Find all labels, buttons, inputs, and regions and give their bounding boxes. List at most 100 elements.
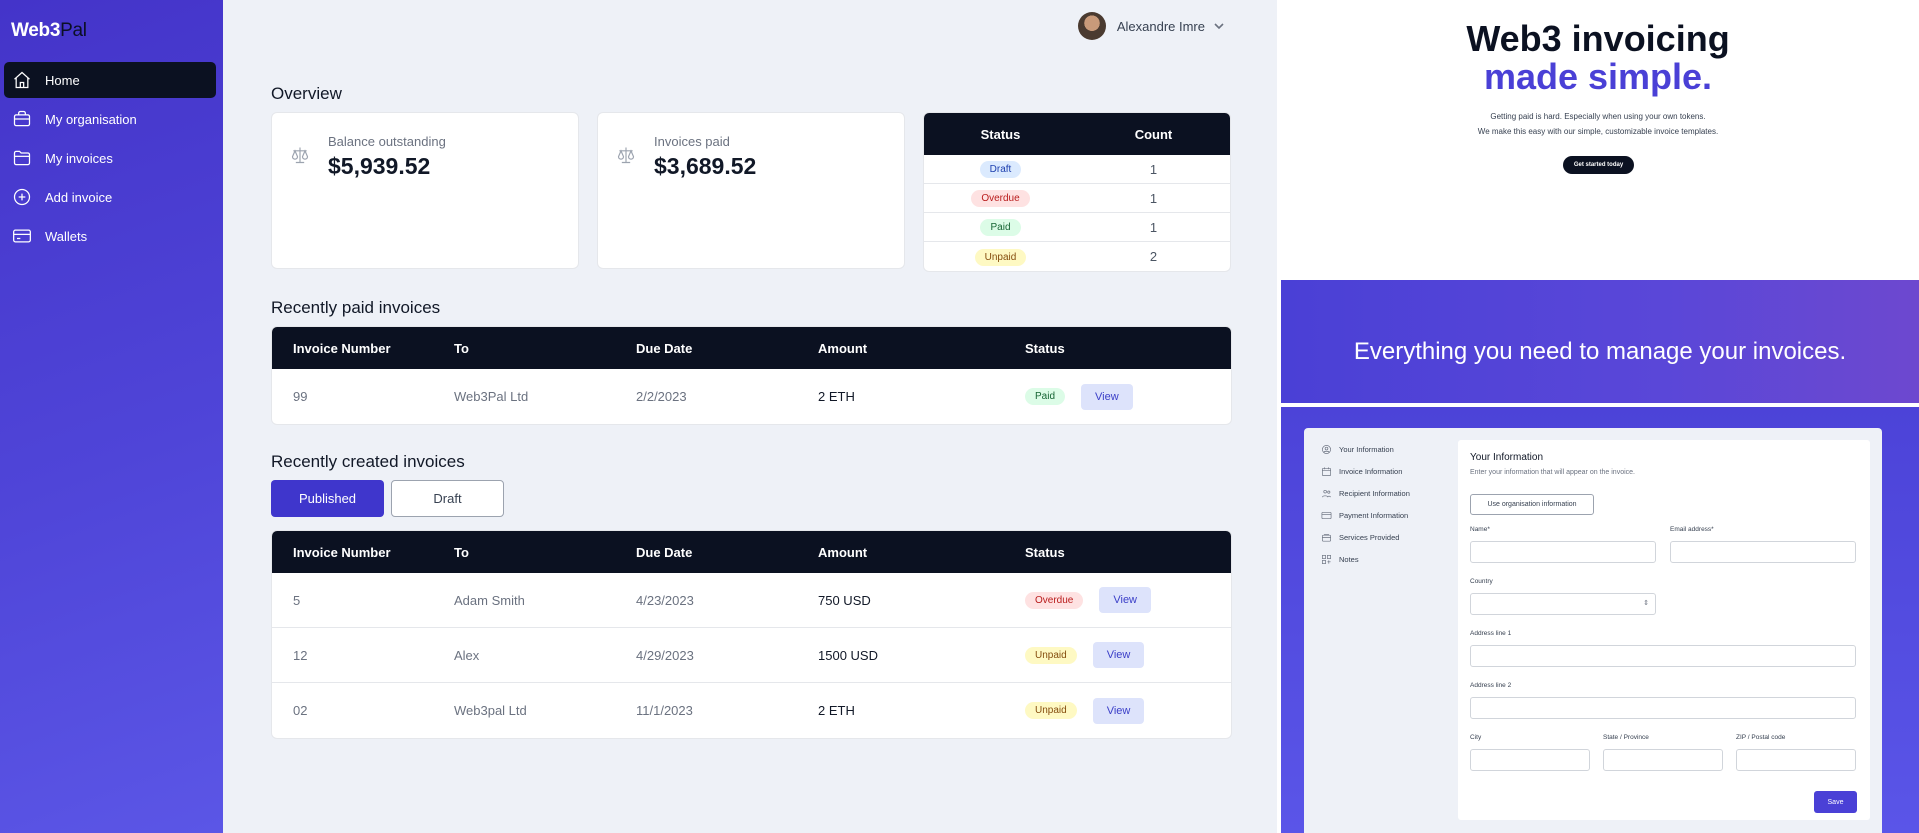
sidebar-item-wallets[interactable]: Wallets — [4, 218, 216, 254]
state-field[interactable] — [1603, 749, 1723, 771]
status-badge: Unpaid — [1025, 702, 1077, 719]
sidebar-item-label: Add invoice — [45, 189, 113, 205]
due-date-cell: 11/1/2023 — [636, 703, 693, 718]
briefcase-icon — [1321, 532, 1332, 543]
zip-label: ZIP / Postal code — [1736, 734, 1786, 741]
due-date-cell: 2/2/2023 — [636, 389, 687, 404]
step-recipient-information[interactable]: Recipient Information — [1321, 482, 1410, 504]
user-name: Alexandre Imre — [1116, 18, 1205, 34]
city-label: City — [1470, 734, 1482, 741]
avatar — [1077, 12, 1106, 40]
step-your-information[interactable]: Your Information — [1321, 438, 1410, 460]
invoice-number-cell: 5 — [293, 592, 301, 608]
status-badge: Draft — [979, 161, 1022, 178]
sidebar-item-label: Wallets — [45, 228, 88, 244]
user-menu[interactable]: Alexandre Imre — [1077, 12, 1225, 40]
address-line-2-label: Address line 2 — [1470, 682, 1512, 689]
amount-cell: 750 USD — [818, 592, 871, 608]
address-line-2-field[interactable] — [1470, 697, 1856, 719]
count-cell: 1 — [1149, 219, 1158, 235]
app-screenshot: Your Information Invoice Information Rec… — [1281, 407, 1919, 833]
form-title: Your Information — [1470, 452, 1544, 463]
recipient-cell: Alex — [454, 647, 480, 663]
address-line-1-field[interactable] — [1470, 645, 1856, 667]
recipient-cell: Web3Pal Ltd — [454, 389, 529, 404]
status-badge: Unpaid — [974, 248, 1027, 266]
users-icon — [1321, 488, 1332, 499]
column-header: Due Date — [636, 340, 693, 356]
hero-title: Web3 invoicing — [1466, 18, 1730, 59]
column-header: Amount — [818, 340, 868, 356]
column-header: Status — [980, 126, 1021, 142]
table-row: 99 Web3Pal Ltd 2/2/2023 2 ETH Paid View — [272, 369, 1231, 424]
scale-icon — [616, 145, 636, 165]
email-label: Email address* — [1670, 526, 1714, 533]
step-services-provided[interactable]: Services Provided — [1321, 526, 1410, 548]
chevron-down-icon — [1213, 20, 1225, 32]
column-header: Due Date — [636, 544, 693, 560]
zip-field[interactable] — [1736, 749, 1856, 771]
main-content: Alexandre Imre Overview Balance outstand… — [223, 0, 1277, 833]
view-button[interactable]: View — [1081, 383, 1133, 410]
count-cell: 1 — [1149, 190, 1158, 206]
table-row: 5 Adam Smith 4/23/2023 750 USD Overdue V… — [272, 573, 1231, 628]
table-row: Overdue 1 — [924, 184, 1230, 213]
table-row: Unpaid 2 — [924, 242, 1230, 271]
column-header: Invoice Number — [293, 340, 391, 356]
step-invoice-information[interactable]: Invoice Information — [1321, 460, 1410, 482]
amount-cell: 2 ETH — [818, 389, 855, 404]
briefcase-icon — [12, 109, 32, 129]
form-subtitle: Enter your information that will appear … — [1470, 469, 1635, 476]
address-line-1-label: Address line 1 — [1470, 630, 1512, 637]
status-count-table: Status Count Draft 1 Overdue 1 Paid 1 Un… — [923, 112, 1231, 272]
sidebar: Web3Pal Home My organisation My invoices… — [0, 0, 223, 833]
count-cell: 1 — [1149, 161, 1158, 177]
feature-band: Everything you need to manage your invoi… — [1281, 280, 1919, 403]
city-field[interactable] — [1470, 749, 1590, 771]
invoices-paid-value: $3,689.52 — [654, 153, 757, 179]
use-organisation-button[interactable]: Use organisation information — [1470, 494, 1594, 515]
feature-band-text: Everything you need to manage your invoi… — [1353, 338, 1847, 365]
status-badge: Overdue — [971, 190, 1030, 207]
view-button[interactable]: View — [1099, 587, 1152, 613]
save-button[interactable]: Save — [1814, 791, 1857, 813]
view-button[interactable]: View — [1092, 642, 1145, 668]
invoice-number-cell: 12 — [293, 647, 308, 663]
status-badge: Overdue — [1025, 591, 1084, 609]
email-field[interactable] — [1670, 541, 1856, 563]
table-row: 12 Alex 4/29/2023 1500 USD Unpaid View — [272, 628, 1231, 683]
notes-icon — [1321, 554, 1332, 565]
state-label: State / Province — [1603, 734, 1649, 741]
sidebar-item-home[interactable]: Home — [4, 62, 216, 98]
tab-published[interactable]: Published — [271, 480, 384, 517]
logo[interactable]: Web3Pal — [11, 20, 87, 42]
calendar-icon — [1321, 466, 1332, 477]
table-header: Invoice Number To Due Date Amount Status — [272, 531, 1231, 573]
form-steps-nav: Your Information Invoice Information Rec… — [1321, 438, 1410, 570]
sidebar-item-label: My organisation — [45, 111, 137, 127]
get-started-button[interactable]: Get started today — [1563, 156, 1634, 174]
column-header: Count — [1134, 126, 1173, 142]
status-badge: Paid — [980, 219, 1021, 236]
sidebar-item-my-organisation[interactable]: My organisation — [4, 101, 216, 137]
sidebar-item-label: Home — [45, 72, 80, 88]
invoices-paid-label: Invoices paid — [654, 134, 730, 149]
credit-card-icon — [1321, 510, 1332, 521]
hero-title-accent: made simple. — [1483, 56, 1713, 97]
view-button[interactable]: View — [1092, 697, 1145, 724]
name-field[interactable] — [1470, 541, 1656, 563]
tab-draft[interactable]: Draft — [391, 480, 504, 517]
recently-created-title: Recently created invoices — [271, 452, 465, 471]
country-select[interactable]: ⇕ — [1470, 593, 1656, 615]
sidebar-nav: Home My organisation My invoices Add inv… — [4, 62, 216, 257]
balance-label: Balance outstanding — [328, 134, 446, 149]
sidebar-item-add-invoice[interactable]: Add invoice — [4, 179, 216, 215]
invoice-form-app: Your Information Invoice Information Rec… — [1304, 428, 1882, 833]
column-header: To — [454, 340, 469, 356]
your-information-form: Your Information Enter your information … — [1458, 440, 1870, 820]
select-arrows-icon: ⇕ — [1643, 600, 1649, 607]
sidebar-item-my-invoices[interactable]: My invoices — [4, 140, 216, 176]
step-payment-information[interactable]: Payment Information — [1321, 504, 1410, 526]
step-notes[interactable]: Notes — [1321, 548, 1410, 570]
column-header: Amount — [818, 544, 868, 560]
